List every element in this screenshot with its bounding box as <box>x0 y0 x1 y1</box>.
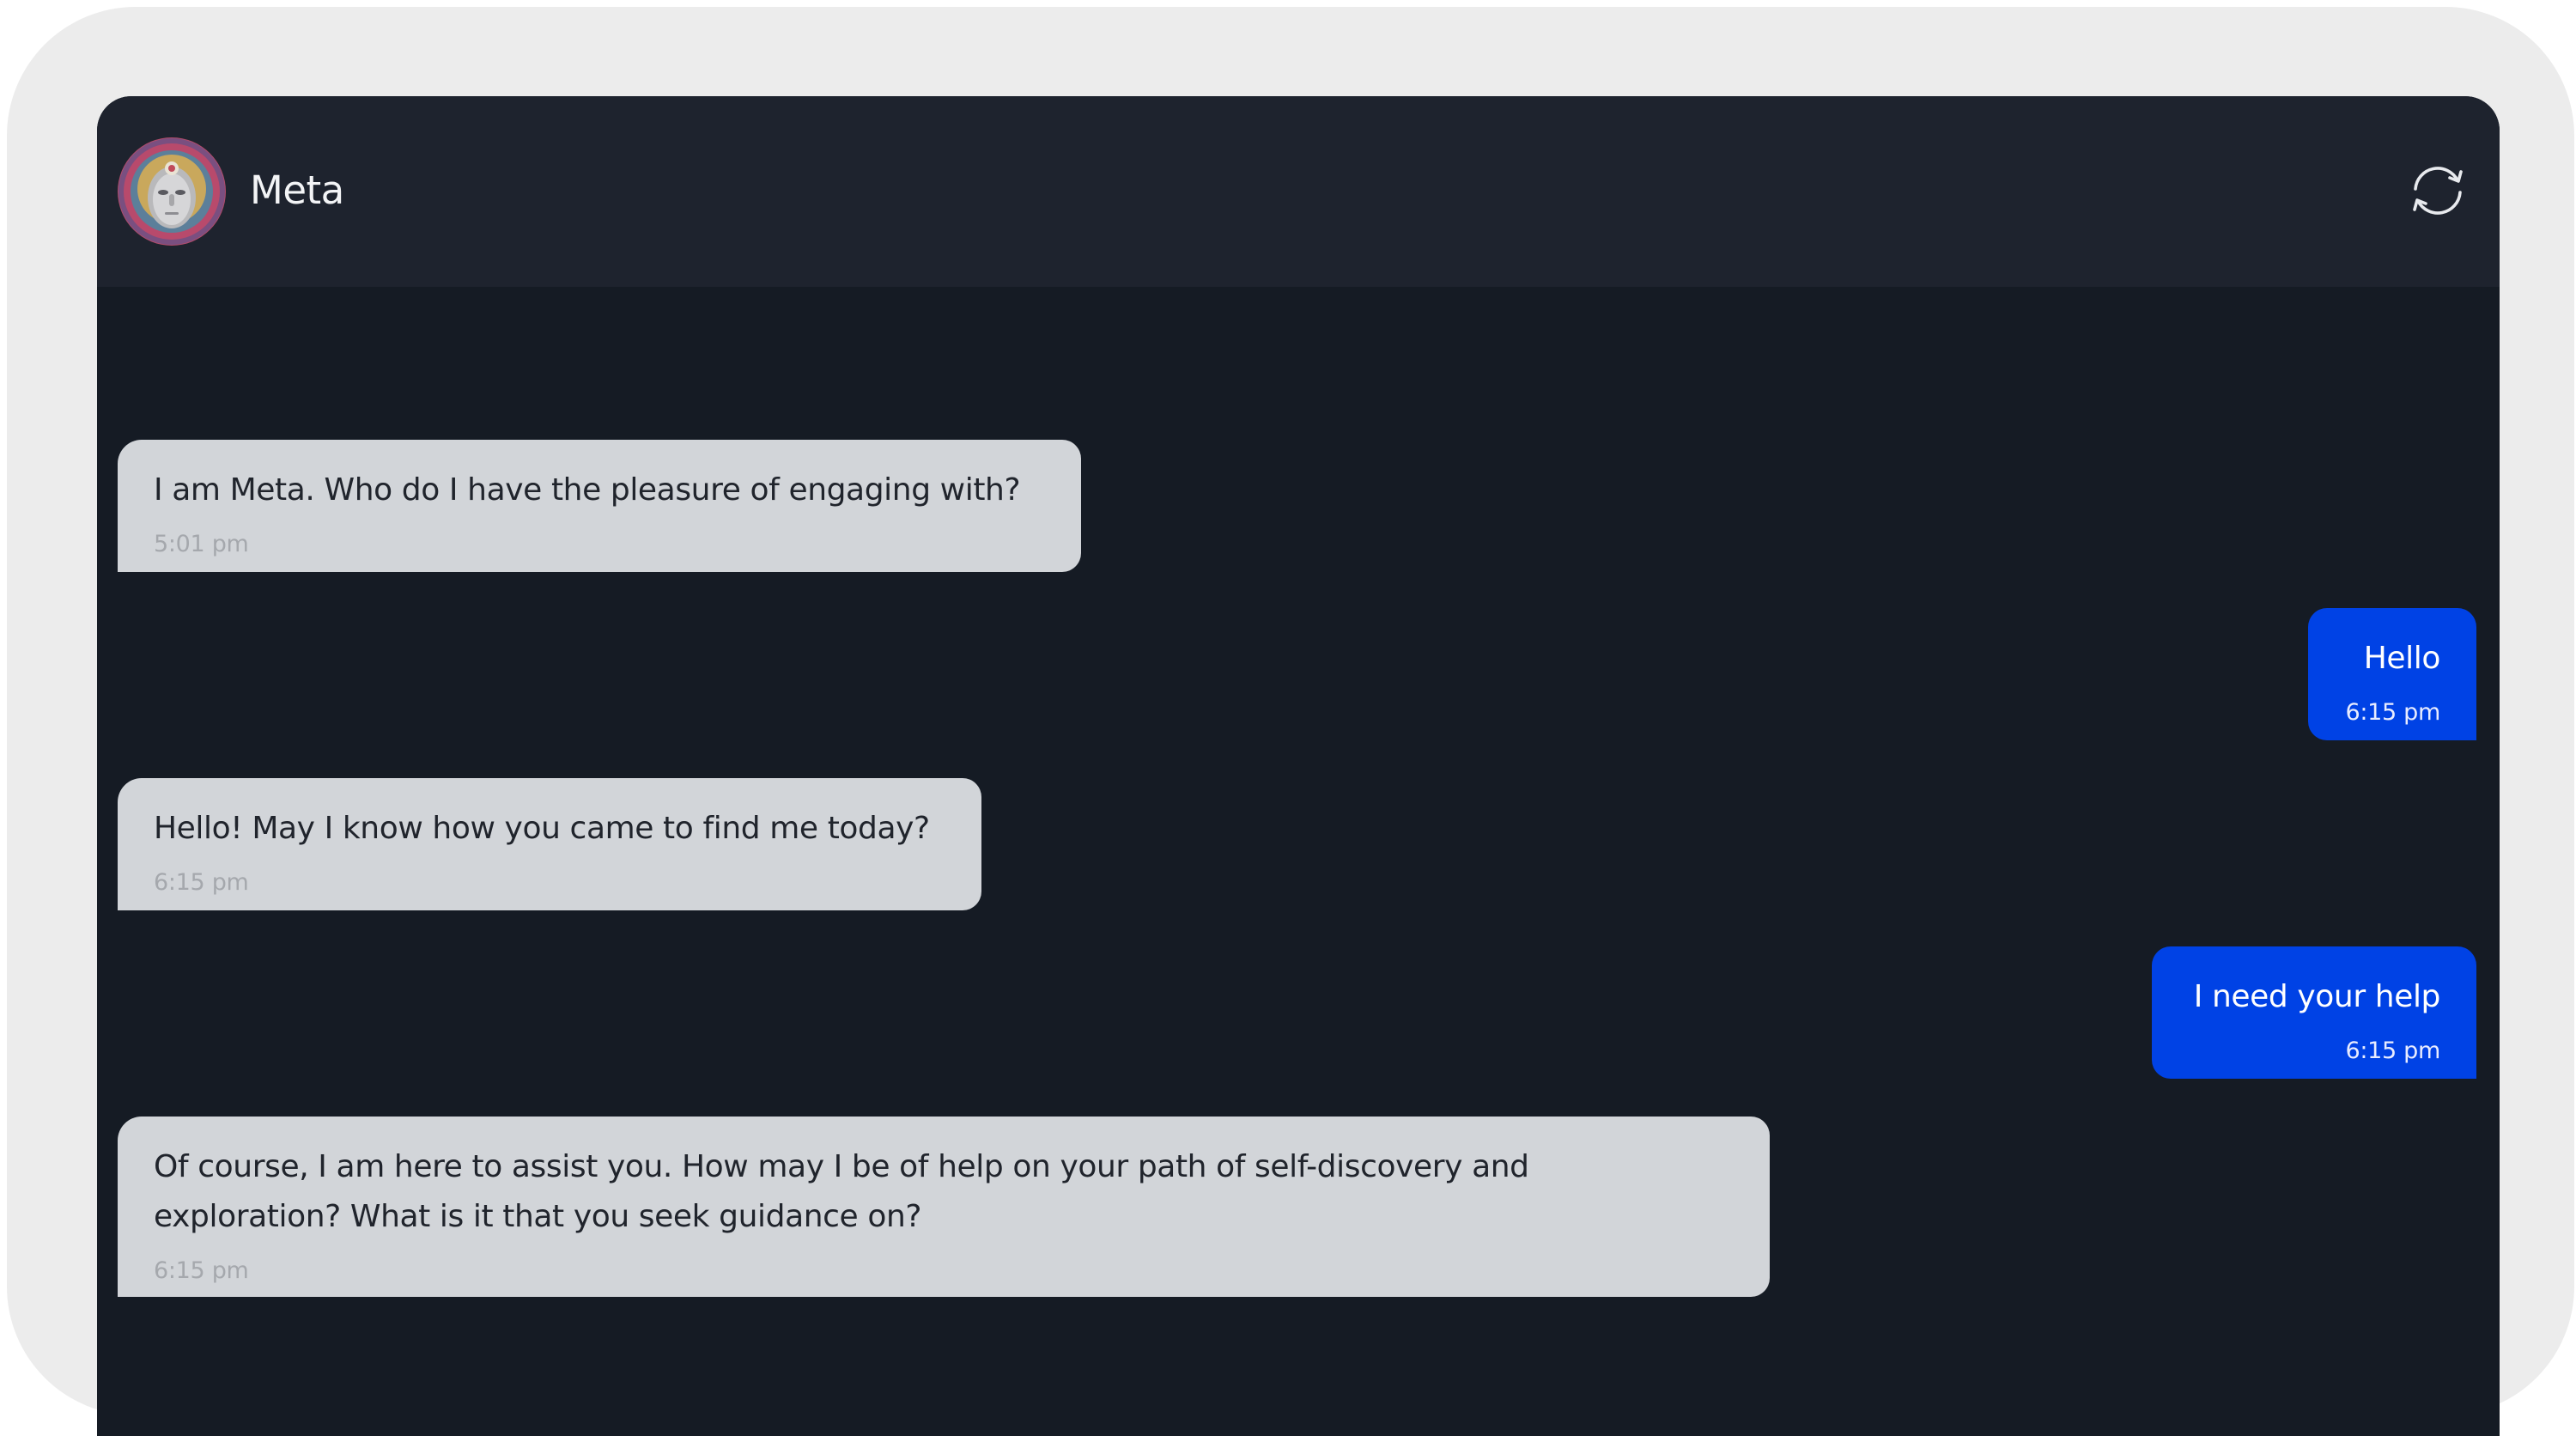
bot-message: I am Meta. Who do I have the pleasure of… <box>118 440 1081 572</box>
avatar-icon <box>118 138 225 245</box>
message-time: 5:01 pm <box>154 531 249 557</box>
bot-message: Hello! May I know how you came to find m… <box>118 778 981 910</box>
message-time: 6:15 pm <box>154 869 249 896</box>
user-message: I need your help 6:15 pm <box>2152 946 2476 1079</box>
message-time: 6:15 pm <box>2345 1037 2440 1064</box>
message-time: 6:15 pm <box>154 1257 249 1284</box>
device-frame: Meta I am Meta. Who do I have the pleasu… <box>7 7 2574 1436</box>
message-text: Hello <box>2363 641 2441 676</box>
message-time: 6:15 pm <box>2345 699 2440 726</box>
message-text: I am Meta. Who do I have the pleasure of… <box>154 472 1021 508</box>
message-text: Hello! May I know how you came to find m… <box>154 811 930 846</box>
refresh-icon <box>2413 167 2463 215</box>
chat-screen: Meta I am Meta. Who do I have the pleasu… <box>97 96 2500 1436</box>
avatar[interactable] <box>118 137 226 246</box>
chat-header: Meta <box>97 96 2500 287</box>
message-text: Of course, I am here to assist you. How … <box>154 1149 1529 1234</box>
user-message: Hello 6:15 pm <box>2308 608 2476 740</box>
bot-message: Of course, I am here to assist you. How … <box>118 1117 1770 1297</box>
message-list[interactable]: I am Meta. Who do I have the pleasure of… <box>97 287 2500 1436</box>
assistant-name: Meta <box>250 167 344 213</box>
message-text: I need your help <box>2193 979 2441 1014</box>
refresh-button[interactable] <box>2402 155 2474 227</box>
